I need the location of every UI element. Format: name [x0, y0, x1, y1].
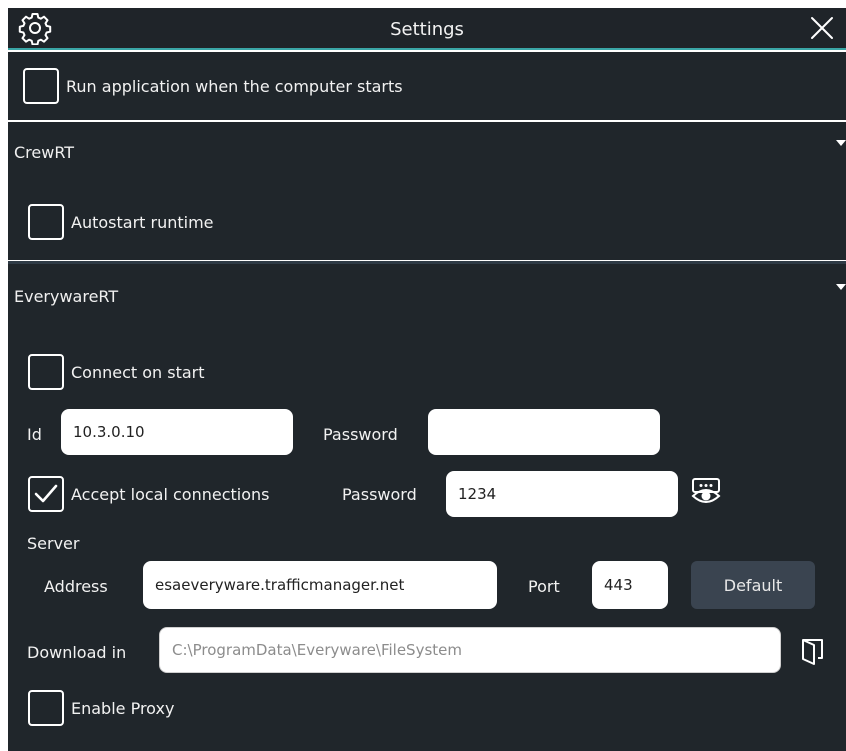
- download-path-input[interactable]: C:\ProgramData\Everyware\FileSystem: [159, 627, 781, 673]
- enable-proxy-label: Enable Proxy: [71, 699, 175, 718]
- triangle-down-icon[interactable]: [836, 140, 846, 146]
- default-button[interactable]: Default: [691, 561, 815, 609]
- id-input[interactable]: 10.3.0.10: [61, 409, 293, 455]
- id-label: Id: [27, 425, 42, 444]
- enable-proxy-checkbox[interactable]: [28, 690, 64, 726]
- window-title: Settings: [390, 19, 464, 40]
- settings-window: Settings Run application when the comput…: [0, 0, 846, 751]
- startup-section: Run application when the computer starts: [8, 52, 846, 120]
- autostart-runtime-checkbox[interactable]: [28, 204, 64, 240]
- connect-on-start-label: Connect on start: [71, 363, 205, 382]
- close-icon[interactable]: [808, 14, 836, 42]
- crewrt-section: CrewRT Autostart runtime: [8, 122, 846, 260]
- port-input[interactable]: 443: [592, 561, 668, 609]
- run-on-start-label: Run application when the computer starts: [66, 77, 403, 96]
- accept-local-connections-label: Accept local connections: [71, 485, 270, 504]
- password-label: Password: [323, 425, 398, 444]
- local-password-input[interactable]: 1234: [446, 471, 678, 517]
- crewrt-title[interactable]: CrewRT: [14, 143, 74, 162]
- folder-icon[interactable]: [800, 636, 826, 666]
- address-input[interactable]: esaeveryware.trafficmanager.net: [143, 561, 497, 609]
- everywarert-title[interactable]: EverywareRT: [14, 287, 118, 306]
- connect-on-start-checkbox[interactable]: [28, 354, 64, 390]
- address-label: Address: [44, 577, 108, 596]
- everywarert-section: EverywareRT Connect on start Id 10.3.0.1…: [8, 264, 846, 751]
- triangle-down-icon[interactable]: [836, 284, 846, 290]
- title-bar: Settings: [8, 8, 846, 50]
- eye-icon[interactable]: [689, 476, 723, 508]
- checkmark-icon: [34, 484, 58, 503]
- accept-local-connections-checkbox[interactable]: [28, 476, 64, 512]
- autostart-runtime-label: Autostart runtime: [71, 213, 214, 232]
- password-input[interactable]: [428, 409, 660, 455]
- server-label: Server: [27, 534, 80, 553]
- local-password-label: Password: [342, 485, 417, 504]
- run-on-start-checkbox[interactable]: [23, 68, 59, 104]
- download-in-label: Download in: [27, 643, 127, 662]
- port-label: Port: [528, 577, 560, 596]
